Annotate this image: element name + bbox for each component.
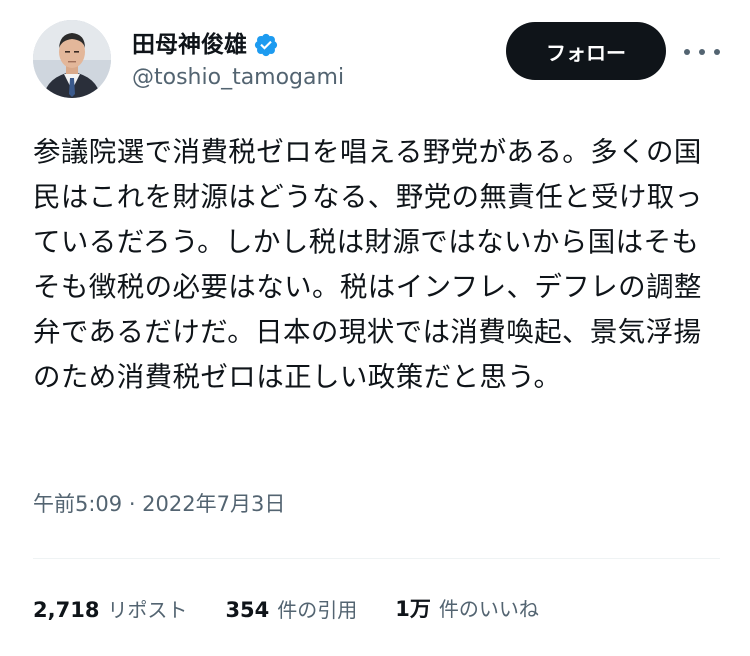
divider — [33, 558, 720, 559]
repost-count: 2,718 — [33, 597, 100, 622]
more-dot — [699, 49, 705, 55]
engagement-stats: 2,718 リポスト 354 件の引用 1万 件のいいね — [33, 590, 577, 626]
more-dot — [684, 49, 690, 55]
name-row: 田母神俊雄 — [132, 30, 279, 60]
like-label: 件のいいね — [438, 597, 539, 621]
tweet-timestamp[interactable]: 午前5:09 · 2022年7月3日 — [33, 488, 285, 520]
quote-count: 354 — [225, 597, 270, 622]
quote-label: 件の引用 — [277, 597, 358, 622]
like-count: 1万 — [395, 597, 431, 621]
handle[interactable]: @toshio_tamogami — [132, 64, 344, 92]
stat-reposts[interactable]: 2,718 リポスト — [33, 594, 187, 623]
profile-photo — [33, 20, 111, 98]
stat-quotes[interactable]: 354 件の引用 — [225, 594, 357, 623]
repost-label: リポスト — [107, 597, 188, 622]
tweet-detail: 田母神俊雄 @toshio_tamogami フォロー 参議院選で消費税ゼロを唱… — [0, 0, 750, 656]
display-name[interactable]: 田母神俊雄 — [132, 30, 247, 60]
more-horizontal-icon[interactable] — [684, 38, 720, 66]
tweet-text: 参議院選で消費税ゼロを唱える野党がある。多くの国民はこれを財源はどうなる、野党の… — [33, 136, 703, 393]
follow-button[interactable]: フォロー — [506, 22, 666, 80]
tweet-header: 田母神俊雄 @toshio_tamogami フォロー — [30, 20, 720, 100]
verified-badge-icon — [253, 32, 279, 58]
stat-likes[interactable]: 1万 件のいいね — [395, 593, 539, 623]
more-dot — [714, 49, 720, 55]
avatar[interactable] — [33, 20, 111, 98]
